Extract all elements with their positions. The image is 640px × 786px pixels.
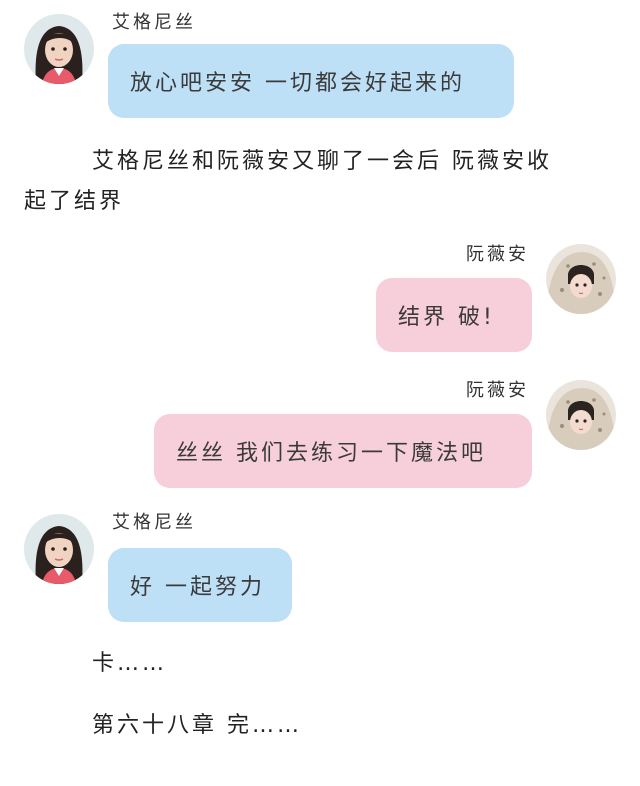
message-bubble[interactable]: 丝丝 我们去练习一下魔法吧 xyxy=(154,414,532,488)
child-blanket-avatar-icon xyxy=(546,380,616,450)
sender-name: 阮薇安 xyxy=(466,380,529,401)
narration-line: 艾格尼丝和阮薇安又聊了一会后 阮薇安收 xyxy=(92,149,552,174)
narration-ka: 卡…… xyxy=(92,651,168,676)
avatar-agnes[interactable] xyxy=(24,14,94,84)
sender-name: 阮薇安 xyxy=(466,244,529,265)
avatar-agnes[interactable] xyxy=(24,514,94,584)
sender-name: 艾格尼丝 xyxy=(112,512,196,533)
child-blanket-avatar-icon xyxy=(546,244,616,314)
message-bubble[interactable]: 结界 破! xyxy=(376,278,532,352)
avatar-ruanweian[interactable] xyxy=(546,380,616,450)
woman-portrait-avatar-icon xyxy=(24,514,94,584)
avatar-ruanweian[interactable] xyxy=(546,244,616,314)
message-bubble[interactable]: 放心吧安安 一切都会好起来的 xyxy=(108,44,514,118)
sender-name: 艾格尼丝 xyxy=(112,12,196,33)
message-bubble[interactable]: 好 一起努力 xyxy=(108,548,292,622)
narration-line: 起了结界 xyxy=(24,189,125,214)
chapter-end-text: 第六十八章 完…… xyxy=(92,713,302,738)
woman-portrait-avatar-icon xyxy=(24,14,94,84)
